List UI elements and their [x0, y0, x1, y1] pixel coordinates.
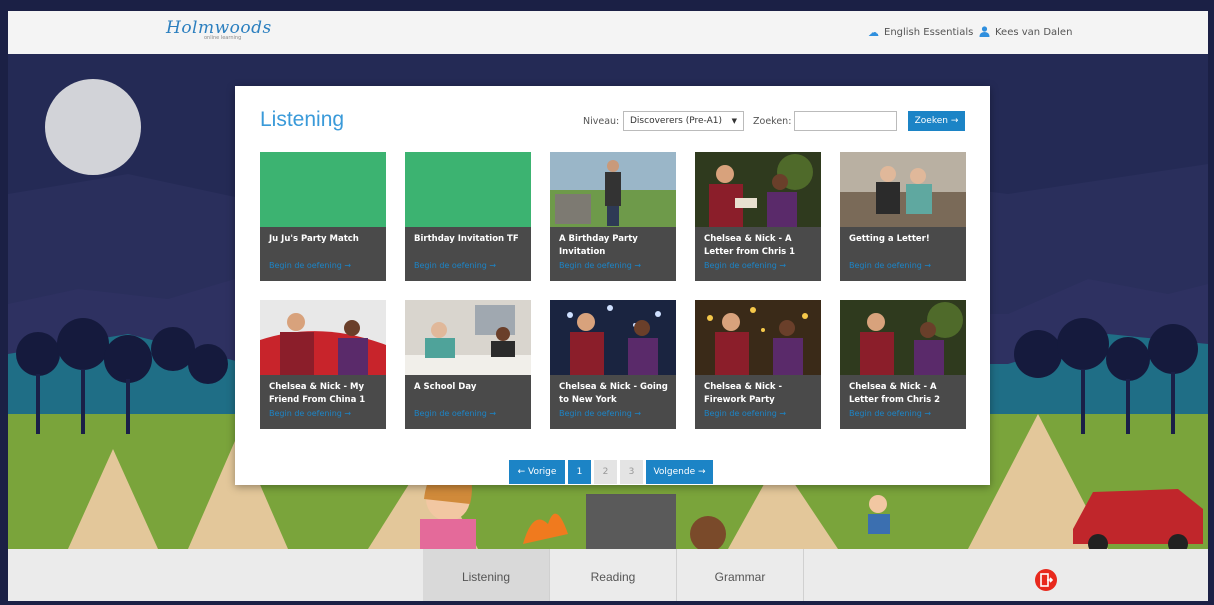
- pagination: ← Vorige 1 2 3 Volgende →: [509, 460, 716, 484]
- exercise-thumbnail: [840, 300, 966, 375]
- user-icon: [979, 25, 990, 40]
- niveau-select[interactable]: Discoverers (Pre-A1) ▼: [623, 111, 744, 131]
- exercise-title: Birthday Invitation TF: [414, 234, 519, 244]
- moon: [45, 79, 141, 175]
- page-title: Listening: [260, 108, 345, 131]
- exercise-card[interactable]: Getting a Letter! Begin de oefening →: [840, 152, 966, 281]
- next-page-button[interactable]: Volgende →: [646, 460, 713, 484]
- exercise-card[interactable]: A Birthday Party Invitation Begin de oef…: [550, 152, 676, 281]
- exercise-card[interactable]: Birthday Invitation TF Begin de oefening…: [405, 152, 531, 281]
- exercise-thumbnail: [260, 152, 386, 227]
- exercise-thumbnail: [840, 152, 966, 227]
- search-button[interactable]: Zoeken →: [908, 111, 965, 131]
- start-exercise-link[interactable]: Begin de oefening →: [269, 409, 351, 418]
- exit-door-icon[interactable]: [1035, 569, 1057, 591]
- holmwoods-logo[interactable]: Holmwoods online learning: [166, 18, 272, 41]
- tab-divider: [803, 549, 804, 601]
- exercise-title: Chelsea & Nick - A Letter from Chris 1: [704, 234, 796, 257]
- exercise-title: Chelsea & Nick - My Friend From China 1: [269, 382, 366, 405]
- exercise-card[interactable]: A School Day Begin de oefening →: [405, 300, 531, 429]
- course-link[interactable]: ☁ English Essentials: [868, 11, 973, 54]
- exercise-thumbnail: [695, 152, 821, 227]
- exercise-card[interactable]: Ju Ju's Party Match Begin de oefening →: [260, 152, 386, 281]
- tab-grammar[interactable]: Grammar: [677, 549, 803, 601]
- search-input[interactable]: [794, 111, 897, 131]
- start-exercise-link[interactable]: Begin de oefening →: [704, 409, 786, 418]
- exercise-title: Getting a Letter!: [849, 234, 930, 244]
- chevron-down-icon: ▼: [731, 117, 737, 125]
- exercise-thumbnail: [405, 152, 531, 227]
- niveau-selected-value: Discoverers (Pre-A1): [630, 116, 722, 126]
- exercise-thumbnail: [405, 300, 531, 375]
- exercise-title: A Birthday Party Invitation: [559, 234, 638, 257]
- exercise-title: Chelsea & Nick - Firework Party: [704, 382, 783, 405]
- tab-listening[interactable]: Listening: [423, 549, 549, 601]
- user-menu[interactable]: Kees van Dalen: [979, 11, 1072, 54]
- start-exercise-link[interactable]: Begin de oefening →: [414, 261, 496, 270]
- start-exercise-link[interactable]: Begin de oefening →: [849, 261, 931, 270]
- niveau-label: Niveau:: [583, 116, 620, 127]
- start-exercise-link[interactable]: Begin de oefening →: [414, 409, 496, 418]
- start-exercise-link[interactable]: Begin de oefening →: [559, 261, 641, 270]
- tab-reading[interactable]: Reading: [550, 549, 676, 601]
- page-1-button[interactable]: 1: [568, 460, 591, 484]
- exercise-title: Ju Ju's Party Match: [269, 234, 359, 244]
- exercise-grid: Ju Ju's Party Match Begin de oefening → …: [260, 152, 966, 429]
- top-bar: Holmwoods online learning ☁ English Esse…: [8, 11, 1208, 54]
- exercise-card[interactable]: Chelsea & Nick - A Letter from Chris 2 B…: [840, 300, 966, 429]
- exercise-title: Chelsea & Nick - A Letter from Chris 2: [849, 382, 941, 405]
- exercise-title: Chelsea & Nick - Going to New York: [559, 382, 668, 405]
- listening-panel: Listening Niveau: Discoverers (Pre-A1) ▼…: [235, 86, 990, 485]
- exercise-card[interactable]: Chelsea & Nick - A Letter from Chris 1 B…: [695, 152, 821, 281]
- previous-page-button[interactable]: ← Vorige: [509, 460, 565, 484]
- start-exercise-link[interactable]: Begin de oefening →: [704, 261, 786, 270]
- start-exercise-link[interactable]: Begin de oefening →: [269, 261, 351, 270]
- start-exercise-link[interactable]: Begin de oefening →: [559, 409, 641, 418]
- exercise-card[interactable]: Chelsea & Nick - Firework Party Begin de…: [695, 300, 821, 429]
- user-name: Kees van Dalen: [995, 27, 1073, 38]
- start-exercise-link[interactable]: Begin de oefening →: [849, 409, 931, 418]
- page-3-button[interactable]: 3: [620, 460, 643, 484]
- zoeken-label: Zoeken:: [753, 116, 792, 127]
- exercise-thumbnail: [550, 300, 676, 375]
- cloud-icon: ☁: [868, 26, 879, 39]
- exercise-card[interactable]: Chelsea & Nick - Going to New York Begin…: [550, 300, 676, 429]
- exercise-thumbnail: [260, 300, 386, 375]
- page-2-button[interactable]: 2: [594, 460, 617, 484]
- exercise-thumbnail: [695, 300, 821, 375]
- course-name: English Essentials: [884, 27, 974, 38]
- bottom-tab-bar: Listening Reading Grammar: [8, 549, 1208, 601]
- exercise-card[interactable]: Chelsea & Nick - My Friend From China 1 …: [260, 300, 386, 429]
- exercise-thumbnail: [550, 152, 676, 227]
- exercise-title: A School Day: [414, 382, 477, 392]
